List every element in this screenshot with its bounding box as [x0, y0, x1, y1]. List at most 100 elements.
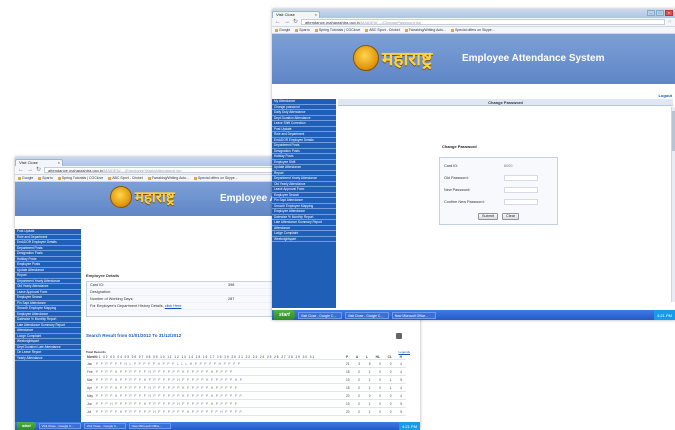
old-password-field[interactable] [504, 175, 538, 181]
forward-arrow-icon[interactable]: → [284, 18, 290, 26]
total-cell: 0 [379, 369, 381, 374]
confirm-password-field[interactable] [504, 199, 538, 205]
new-password-label: New Password: [444, 188, 471, 192]
history-link[interactable]: click Here [165, 304, 182, 308]
total-cell: 1 [389, 377, 392, 382]
total-cell: 1 [368, 369, 371, 374]
new-password-field[interactable] [504, 187, 538, 193]
total-cell: 0 [389, 401, 392, 406]
bookmark-icon [365, 28, 369, 32]
bookmark-label: Google [22, 176, 34, 180]
bookmark-label: Sparro [42, 176, 53, 180]
browser-tab[interactable]: Visit Close × [272, 11, 320, 18]
total-cell: 0 [358, 377, 361, 382]
bookmark-icon [404, 28, 408, 32]
minimize-icon[interactable]: – [647, 10, 655, 16]
close-tab-icon[interactable]: × [315, 12, 317, 18]
bookmark-icon [147, 176, 151, 180]
forward-arrow-icon[interactable]: → [27, 166, 33, 174]
total-cell: 1 [389, 385, 392, 390]
bookmark-icon [314, 28, 318, 32]
bookmark-item[interactable]: Special offers on Skype... [451, 28, 495, 32]
sidebar-item[interactable]: Weeknightspart [272, 237, 336, 242]
back-arrow-icon[interactable]: ← [18, 166, 24, 174]
total-cell: 0 [358, 409, 361, 414]
url-path: /MAIDEN/..../EmployeeYearlyAttendance.js… [102, 168, 182, 173]
print-icon[interactable] [396, 333, 402, 339]
taskbar-item[interactable]: New Microsoft Office... [391, 311, 436, 319]
total-cell: 19 [346, 401, 350, 406]
taskbar-item[interactable]: New Microsoft Office... [128, 423, 171, 429]
browser-tab[interactable]: Visit Close × [15, 159, 63, 166]
total-cell: 0 [358, 369, 361, 374]
tab-strip: Visit Close× –□× [272, 9, 675, 18]
total-cell: 0 [379, 377, 381, 382]
bookmark-item[interactable]: Tweaking/Writing Actu... [147, 176, 189, 180]
bookmark-label: Google [279, 28, 291, 32]
month-cell: Jan [87, 361, 93, 366]
month-cell: Apr [87, 385, 92, 390]
bookmark-item[interactable]: Sparro [295, 28, 310, 32]
windows-taskbar: start Visit Close - Google C... Visit Cl… [272, 310, 675, 320]
total-cell: 5 [400, 401, 402, 406]
total-cell: 4 [400, 361, 402, 366]
total-cell: 4 [400, 369, 402, 374]
day-status-cells: P P P P H P P P P P P H P P P P P P H P … [96, 369, 234, 374]
close-window-icon[interactable]: × [665, 10, 673, 16]
system-tray-clock: 4:21 PM [654, 310, 675, 320]
card-id-label: Card ID: [444, 164, 459, 168]
content-scrollbar[interactable] [671, 107, 675, 302]
bookmark-item[interactable]: ABC Sport - Cricket [365, 28, 400, 32]
bookmark-item[interactable]: Google [18, 176, 33, 180]
taskbar-item[interactable]: Visit Close - Google C... [83, 423, 126, 429]
submit-button[interactable]: Submit [478, 213, 498, 220]
address-input[interactable]: attendance.maharashtra.gov.in/MAIDEN/...… [301, 19, 665, 25]
bookmark-label: ABC Sport - Cricket [112, 176, 143, 180]
total-header: HL [375, 354, 380, 359]
close-tab-icon[interactable]: × [58, 160, 60, 166]
url-host: attendance.maharashtra.gov.in [305, 20, 360, 25]
day-status-cells: P P P P H P P P P P P H P P P P P P H P … [96, 393, 243, 398]
bookmark-item[interactable]: Tweaking/Writing Actu... [404, 28, 446, 32]
bookmark-item[interactable]: Spring Tutorials | CGClove [314, 28, 360, 32]
maximize-icon[interactable]: □ [656, 10, 664, 16]
bookmark-item[interactable]: Spring Tutorials | CGClove [57, 176, 103, 180]
bookmark-icon [451, 28, 455, 32]
total-header: P [346, 354, 349, 359]
back-arrow-icon[interactable]: ← [275, 18, 281, 26]
reload-icon[interactable]: ↻ [36, 166, 41, 174]
total-cell: 5 [368, 361, 371, 366]
total-cell: 5 [400, 409, 402, 414]
clear-button[interactable]: Clear [502, 213, 520, 220]
row-label: Designation: [90, 290, 112, 294]
total-cell: 0 [379, 385, 381, 390]
bookmark-item[interactable]: Sparro [38, 176, 53, 180]
totals-cells: 21 3 5 0 0 4 [346, 362, 406, 366]
reload-icon[interactable]: ↻ [293, 18, 298, 26]
bookmark-item[interactable]: ABC Sport - Cricket [108, 176, 143, 180]
total-cell: 21 [346, 361, 350, 366]
logout-link[interactable]: Logout [658, 93, 672, 98]
bookmark-star-icon[interactable]: ☆ [668, 19, 672, 25]
bookmark-item[interactable]: Special offers on Skype... [194, 176, 238, 180]
day-status-cells: P P P P H P P P P P H P P P P P P H P P … [96, 377, 243, 382]
total-cell: 0 [379, 393, 381, 398]
table-row: Jan P P P P P P H L P P P P P H P P P L L… [86, 360, 406, 368]
total-cell: 0 [358, 393, 361, 398]
bookmark-icon [38, 176, 42, 180]
bookmark-label: ABC Sport - Cricket [369, 28, 400, 32]
taskbar-item[interactable]: Visit Close - Google C... [344, 311, 389, 319]
employee-details-heading: Employee Details [86, 273, 120, 278]
change-password-form: Card ID: 8000 Old Password: New Password… [439, 157, 558, 225]
taskbar-item[interactable]: Visit Close - Google C... [38, 423, 81, 429]
start-button[interactable]: start [274, 310, 295, 320]
site-banner: महाराष्ट्र Employee Attendance System [272, 34, 675, 84]
totals-cells: 19 0 1 0 0 5 [346, 402, 406, 406]
change-password-bar: Change Password [338, 99, 673, 106]
taskbar-item[interactable]: Visit Close - Google C... [297, 311, 342, 319]
bookmark-icon [194, 176, 198, 180]
sidebar-item[interactable]: Yearly Attendance [15, 356, 81, 361]
row-label: For Employee's Department History Detail… [90, 304, 164, 308]
start-button[interactable]: start [17, 422, 36, 430]
bookmark-item[interactable]: Google [275, 28, 290, 32]
